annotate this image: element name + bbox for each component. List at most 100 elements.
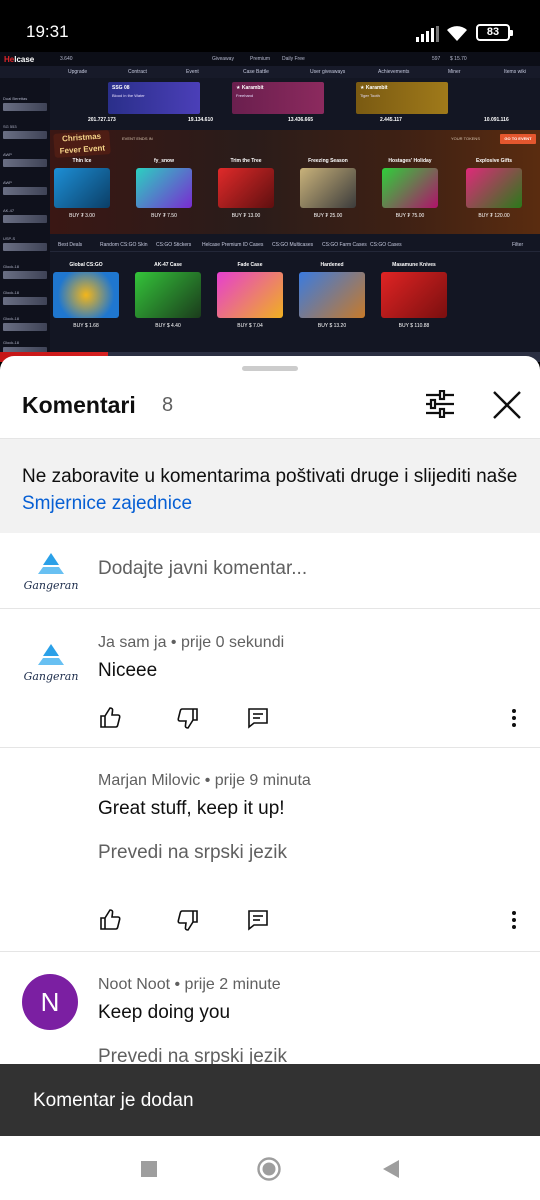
nav-user-giveaways: User giveaways <box>310 69 346 75</box>
stat-value: 10.091.116 <box>484 117 509 123</box>
event-case: fy_snow BUY ₮ 7.50 <box>132 158 196 219</box>
case: AK-47 Case BUY $ 4.40 <box>132 262 204 329</box>
case-image <box>217 272 283 318</box>
case-image <box>135 272 201 318</box>
comment-item: Marjan Milovic • prije 9 minuta Great st… <box>0 748 540 952</box>
comment-time: prije 9 minuta <box>214 772 311 789</box>
comment-text: Great stuff, keep it up! <box>98 798 285 819</box>
comment-time: prije 0 sekundi <box>180 634 285 651</box>
comment-meta: Noot Noot • prije 2 minute <box>98 976 281 993</box>
header-money: $ 15.70 <box>450 56 467 62</box>
case-image <box>136 168 192 208</box>
comment-text: Niceee <box>98 660 158 681</box>
home-icon[interactable] <box>256 1156 282 1182</box>
video-player[interactable]: Helcase 3.640 Giveaway Premium Daily Fre… <box>0 52 540 362</box>
system-nav-bar <box>0 1136 540 1200</box>
comments-sheet: Komentari 8 Ne zaboravite u komentarima … <box>0 356 540 1136</box>
battery-icon: 83 <box>476 24 513 41</box>
case-image <box>381 272 447 318</box>
live-drops-rail: Dual Berettas SG 553 AWP AWP AK-47 USP-S… <box>0 78 50 362</box>
add-comment-input[interactable]: Dodajte javni komentar... <box>98 558 307 580</box>
nav-case-battle: Case Battle <box>243 69 269 75</box>
dislike-icon[interactable] <box>176 706 200 730</box>
nav-upgrade: Upgrade <box>68 69 88 75</box>
comment-count: 8 <box>162 394 174 416</box>
site-header: Helcase 3.640 Giveaway Premium Daily Fre… <box>0 52 540 66</box>
case: Global CS:GO BUY $ 1.68 <box>50 262 122 329</box>
commenter-avatar[interactable]: Gangeran <box>24 638 78 692</box>
case-image <box>54 168 110 208</box>
back-icon[interactable] <box>378 1156 404 1182</box>
like-icon[interactable] <box>98 908 122 932</box>
close-icon[interactable] <box>490 390 524 420</box>
nav-event: Event <box>186 69 199 75</box>
rail-item: SG 553 <box>3 124 47 139</box>
case-filters: Best Deals Random CS:GO Skin CS:GO Stick… <box>50 240 540 252</box>
recents-icon[interactable] <box>136 1156 162 1182</box>
sort-filter-icon[interactable] <box>424 390 456 418</box>
drag-handle[interactable] <box>242 366 298 371</box>
comment-actions <box>98 908 528 936</box>
rail-item: Glock-18 <box>3 316 47 331</box>
more-vert-icon[interactable] <box>502 908 526 932</box>
user-avatar: Gangeran <box>24 547 78 601</box>
filter-dropdown: Filter <box>512 242 524 248</box>
site-stats: 201.727.173 19.134.610 13.436.665 2.445.… <box>50 116 540 128</box>
reply-icon[interactable] <box>246 908 270 932</box>
tokens-label: YOUR TOKENS <box>451 136 480 141</box>
status-time: 19:31 <box>26 22 69 41</box>
header-coins: 597 <box>432 56 441 62</box>
dislike-icon[interactable] <box>176 908 200 932</box>
event-case: Freezing Season BUY ₮ 25.00 <box>296 158 360 219</box>
like-icon[interactable] <box>98 706 122 730</box>
comment-meta: Marjan Milovic • prije 9 minuta <box>98 772 311 789</box>
rail-item: Dual Berettas <box>3 96 47 111</box>
comment-actions <box>98 706 528 734</box>
filter-cases: CS:GO Cases <box>370 242 402 248</box>
comment-author[interactable]: Noot Noot <box>98 976 170 993</box>
filter-multicases: CS:GO Multicases <box>272 242 314 248</box>
sheet-title: Komentari <box>22 392 136 418</box>
svg-text:Gangeran: Gangeran <box>24 579 78 592</box>
stat-value: 13.436.665 <box>288 117 314 123</box>
event-case: Thin Ice BUY ₮ 3.00 <box>50 158 114 219</box>
header-giveaway: Giveaway <box>212 56 234 62</box>
comment-item: Gangeran Ja sam ja • prije 0 sekundi Nic… <box>0 610 540 748</box>
reply-icon[interactable] <box>246 706 270 730</box>
rail-item: Glock-18 <box>3 290 47 305</box>
translate-link[interactable]: Prevedi na srpski jezik <box>98 842 287 864</box>
giveaway-card: ★ Karambit Freehand <box>232 82 324 114</box>
comment-time: prije 2 minute <box>184 976 281 993</box>
nav-contract: Contract <box>128 69 147 75</box>
case: Masamune Knives BUY $ 110.88 <box>378 262 450 329</box>
site-logo: Helcase <box>4 55 35 64</box>
case-image <box>466 168 522 208</box>
community-guidelines-link[interactable]: Smjernice zajednice <box>22 493 192 514</box>
go-to-event-button: GO TO EVENT <box>500 134 536 144</box>
snackbar-toast: Komentar je dodan <box>0 1064 540 1136</box>
event-ends-label: EVENT ENDS IN <box>122 136 153 141</box>
add-comment-row[interactable]: Gangeran Dodajte javni komentar... <box>0 533 540 609</box>
event-banner: Christmas Fever Event EVENT ENDS IN YOUR… <box>50 130 540 234</box>
more-vert-icon[interactable] <box>502 706 526 730</box>
filter-stickers: CS:GO Stickers <box>156 242 192 248</box>
event-case: Trim the Tree BUY ₮ 13.00 <box>214 158 278 219</box>
case-image <box>299 272 365 318</box>
rail-item: USP-S <box>3 236 47 251</box>
commenter-avatar[interactable] <box>24 776 78 830</box>
comment-author[interactable]: Marjan Milovic <box>98 772 200 789</box>
stat-value: 19.134.610 <box>188 117 214 123</box>
filter-best-deals: Best Deals <box>58 242 83 248</box>
giveaway-card: SSG 08 Blood in the Water <box>108 82 200 114</box>
rail-item: Glock-18 <box>3 264 47 279</box>
gangeran-logo-icon: Gangeran <box>24 644 78 683</box>
filter-farm-cases: CS:GO Farm Cases <box>322 242 367 248</box>
svg-text:Gangeran: Gangeran <box>24 670 78 683</box>
nav-items-wiki: Items wiki <box>504 69 526 75</box>
filter-premium: Helcase Premium ID Cases <box>202 242 264 248</box>
comment-author[interactable]: Ja sam ja <box>98 634 166 651</box>
header-daily-free: Daily Free <box>282 56 305 62</box>
guidelines-text: Ne zaboravite u komentarima poštivati dr… <box>22 466 518 487</box>
commenter-avatar[interactable]: N <box>22 974 78 1030</box>
filter-random-skin: Random CS:GO Skin <box>100 242 148 248</box>
